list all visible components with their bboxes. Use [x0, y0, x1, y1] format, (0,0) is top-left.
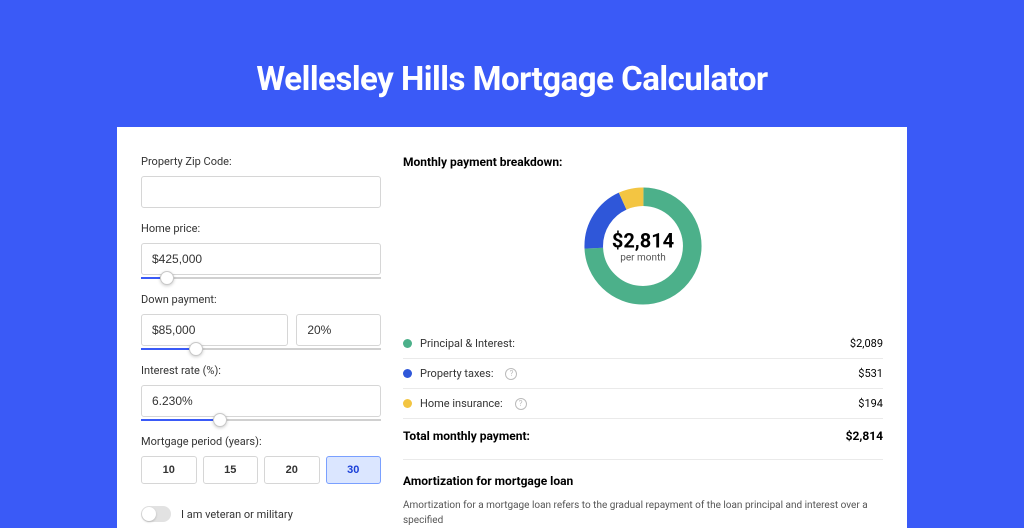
total-value: $2,814	[846, 429, 883, 443]
legend-row-insurance: Home insurance: ? $194	[403, 389, 883, 418]
down-payment-slider-thumb[interactable]	[189, 342, 203, 356]
info-icon[interactable]: ?	[515, 398, 527, 410]
veteran-label: I am veteran or military	[181, 508, 293, 521]
period-option-20[interactable]: 20	[264, 456, 320, 484]
total-label: Total monthly payment:	[403, 429, 530, 443]
card-frame: Property Zip Code: Home price: Down paym…	[117, 127, 907, 528]
zip-field: Property Zip Code:	[141, 155, 381, 208]
legend-label-taxes: Property taxes:	[420, 367, 493, 380]
interest-rate-field: Interest rate (%):	[141, 364, 381, 421]
donut-center-value: $2,814	[612, 229, 674, 253]
amortization-section: Amortization for mortgage loan Amortizat…	[403, 459, 883, 528]
legend-dot-insurance	[403, 399, 412, 408]
down-payment-amount-input[interactable]	[141, 314, 288, 346]
mortgage-period-options: 10 15 20 30	[141, 456, 381, 484]
donut-center: $2,814 per month	[612, 229, 674, 264]
breakdown-title: Monthly payment breakdown:	[403, 155, 883, 169]
home-price-field: Home price:	[141, 222, 381, 279]
legend-dot-principal	[403, 339, 412, 348]
veteran-toggle[interactable]	[141, 506, 171, 522]
legend-value-taxes: $531	[858, 367, 883, 380]
interest-rate-slider[interactable]	[141, 419, 381, 421]
interest-rate-slider-thumb[interactable]	[213, 413, 227, 427]
info-icon[interactable]: ?	[505, 368, 517, 380]
total-row: Total monthly payment: $2,814	[403, 419, 883, 459]
legend-value-insurance: $194	[858, 397, 883, 410]
donut-center-sub: per month	[612, 253, 674, 264]
zip-input[interactable]	[141, 176, 381, 208]
down-payment-field: Down payment:	[141, 293, 381, 350]
down-payment-percent-input[interactable]	[296, 314, 381, 346]
amortization-title: Amortization for mortgage loan	[403, 474, 883, 488]
legend-dot-taxes	[403, 369, 412, 378]
home-price-slider[interactable]	[141, 277, 381, 279]
legend-label-insurance: Home insurance:	[420, 397, 503, 410]
home-price-label: Home price:	[141, 222, 381, 235]
interest-rate-label: Interest rate (%):	[141, 364, 381, 377]
mortgage-period-field: Mortgage period (years): 10 15 20 30	[141, 435, 381, 484]
page-title: Wellesley Hills Mortgage Calculator	[256, 60, 767, 99]
legend-value-principal: $2,089	[850, 337, 883, 350]
down-payment-label: Down payment:	[141, 293, 381, 306]
donut-chart: $2,814 per month	[403, 181, 883, 311]
inputs-column: Property Zip Code: Home price: Down paym…	[141, 155, 381, 528]
period-option-30[interactable]: 30	[326, 456, 382, 484]
mortgage-period-label: Mortgage period (years):	[141, 435, 381, 448]
period-option-15[interactable]: 15	[203, 456, 259, 484]
legend-row-taxes: Property taxes: ? $531	[403, 359, 883, 388]
period-option-10[interactable]: 10	[141, 456, 197, 484]
veteran-toggle-knob	[142, 507, 156, 521]
calculator-card: Property Zip Code: Home price: Down paym…	[117, 127, 907, 528]
interest-rate-input[interactable]	[141, 385, 381, 417]
amortization-body: Amortization for a mortgage loan refers …	[403, 498, 883, 528]
legend-row-principal: Principal & Interest: $2,089	[403, 329, 883, 358]
home-price-slider-thumb[interactable]	[160, 271, 174, 285]
veteran-row: I am veteran or military	[141, 506, 381, 522]
breakdown-column: Monthly payment breakdown: $2,814 per mo…	[403, 155, 883, 528]
down-payment-slider[interactable]	[141, 348, 381, 350]
legend-label-principal: Principal & Interest:	[420, 337, 515, 350]
home-price-input[interactable]	[141, 243, 381, 275]
zip-label: Property Zip Code:	[141, 155, 381, 168]
